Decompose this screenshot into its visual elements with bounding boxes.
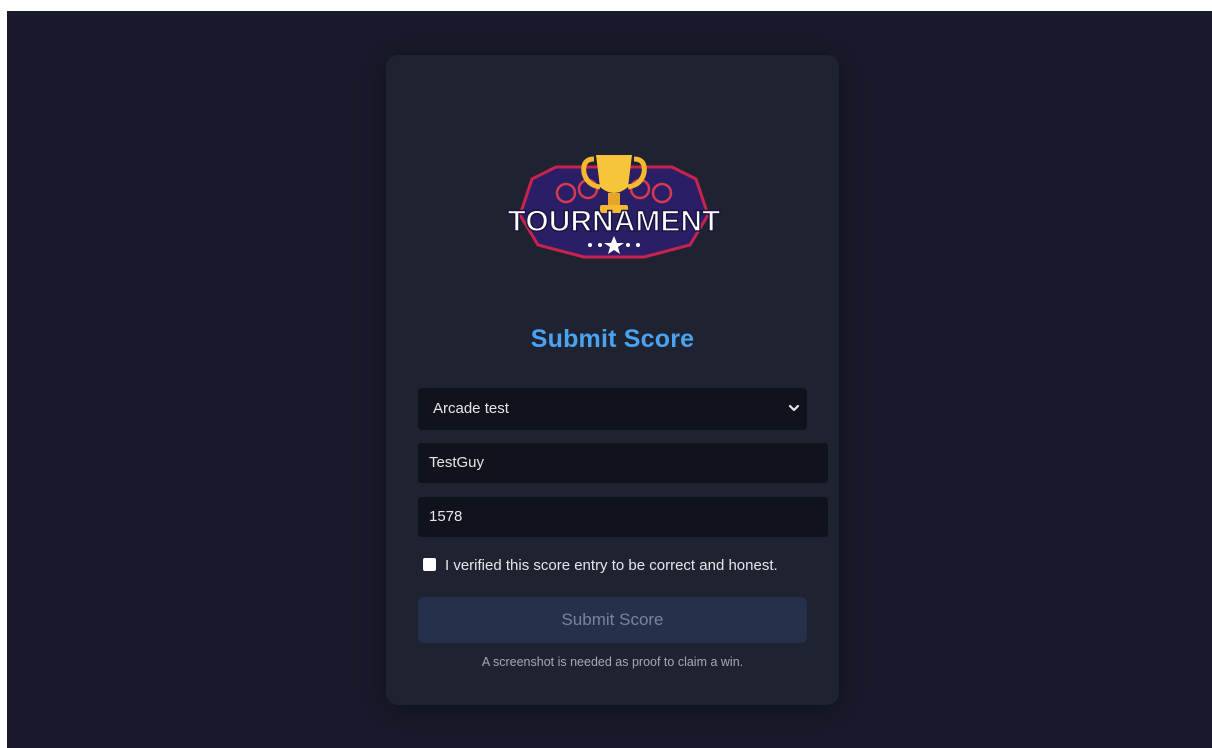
score-value: 1578 [429, 508, 463, 525]
submit-score-button[interactable]: Submit Score [418, 597, 807, 643]
form-title: Submit Score [530, 325, 695, 353]
logo-wordmark: TOURNAMENT [508, 205, 721, 238]
verify-checkbox-label[interactable]: I verified this score entry to be correc… [445, 557, 778, 574]
score-input[interactable]: 1578 [418, 497, 828, 537]
game-select-value: Arcade test [433, 400, 509, 417]
chevron-down-icon [788, 404, 800, 412]
proof-note: A screenshot is needed as proof to claim… [481, 655, 744, 669]
verify-checkbox[interactable] [423, 558, 436, 571]
submit-score-card: TOURNAMENT Submit Score Arcade test Test… [386, 55, 839, 705]
page-background: TOURNAMENT Submit Score Arcade test Test… [7, 11, 1212, 748]
tournament-logo: TOURNAMENT [507, 155, 721, 259]
player-name-input[interactable]: TestGuy [418, 443, 828, 483]
player-name-value: TestGuy [429, 454, 485, 471]
game-select[interactable]: Arcade test [418, 388, 807, 430]
